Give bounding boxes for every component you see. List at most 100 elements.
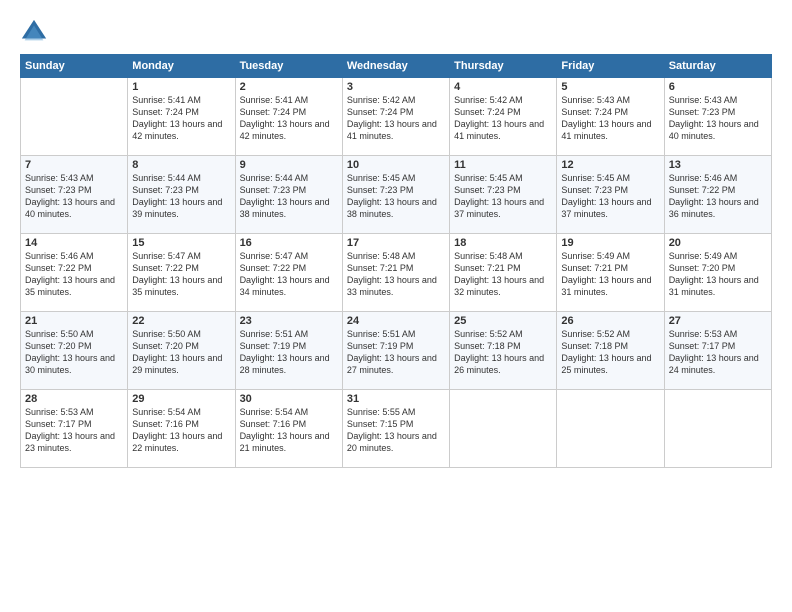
calendar-cell	[664, 390, 771, 468]
day-number: 27	[669, 315, 767, 327]
cell-info: Sunrise: 5:51 AMSunset: 7:19 PMDaylight:…	[347, 328, 445, 377]
day-number: 19	[561, 237, 659, 249]
calendar-cell: 22Sunrise: 5:50 AMSunset: 7:20 PMDayligh…	[128, 312, 235, 390]
logo	[20, 18, 52, 46]
calendar-cell: 9Sunrise: 5:44 AMSunset: 7:23 PMDaylight…	[235, 156, 342, 234]
day-number: 31	[347, 393, 445, 405]
day-number: 20	[669, 237, 767, 249]
day-number: 10	[347, 159, 445, 171]
calendar-cell: 2Sunrise: 5:41 AMSunset: 7:24 PMDaylight…	[235, 78, 342, 156]
day-number: 22	[132, 315, 230, 327]
header	[20, 18, 772, 46]
calendar-cell: 21Sunrise: 5:50 AMSunset: 7:20 PMDayligh…	[21, 312, 128, 390]
day-number: 30	[240, 393, 338, 405]
calendar-cell: 16Sunrise: 5:47 AMSunset: 7:22 PMDayligh…	[235, 234, 342, 312]
day-number: 29	[132, 393, 230, 405]
day-number: 2	[240, 81, 338, 93]
day-number: 24	[347, 315, 445, 327]
calendar-cell: 14Sunrise: 5:46 AMSunset: 7:22 PMDayligh…	[21, 234, 128, 312]
calendar-cell: 29Sunrise: 5:54 AMSunset: 7:16 PMDayligh…	[128, 390, 235, 468]
day-number: 11	[454, 159, 552, 171]
day-number: 16	[240, 237, 338, 249]
calendar-cell: 28Sunrise: 5:53 AMSunset: 7:17 PMDayligh…	[21, 390, 128, 468]
calendar-cell: 4Sunrise: 5:42 AMSunset: 7:24 PMDaylight…	[450, 78, 557, 156]
day-number: 23	[240, 315, 338, 327]
calendar-cell: 26Sunrise: 5:52 AMSunset: 7:18 PMDayligh…	[557, 312, 664, 390]
day-number: 1	[132, 81, 230, 93]
day-number: 8	[132, 159, 230, 171]
cell-info: Sunrise: 5:53 AMSunset: 7:17 PMDaylight:…	[25, 406, 123, 455]
calendar-day-header: Thursday	[450, 55, 557, 78]
cell-info: Sunrise: 5:50 AMSunset: 7:20 PMDaylight:…	[25, 328, 123, 377]
logo-icon	[20, 18, 48, 46]
cell-info: Sunrise: 5:55 AMSunset: 7:15 PMDaylight:…	[347, 406, 445, 455]
calendar-cell: 10Sunrise: 5:45 AMSunset: 7:23 PMDayligh…	[342, 156, 449, 234]
calendar-cell: 30Sunrise: 5:54 AMSunset: 7:16 PMDayligh…	[235, 390, 342, 468]
calendar-table: SundayMondayTuesdayWednesdayThursdayFrid…	[20, 54, 772, 468]
cell-info: Sunrise: 5:46 AMSunset: 7:22 PMDaylight:…	[25, 250, 123, 299]
day-number: 26	[561, 315, 659, 327]
cell-info: Sunrise: 5:43 AMSunset: 7:23 PMDaylight:…	[669, 94, 767, 143]
cell-info: Sunrise: 5:52 AMSunset: 7:18 PMDaylight:…	[561, 328, 659, 377]
day-number: 13	[669, 159, 767, 171]
calendar-cell: 3Sunrise: 5:42 AMSunset: 7:24 PMDaylight…	[342, 78, 449, 156]
page: SundayMondayTuesdayWednesdayThursdayFrid…	[0, 0, 792, 612]
day-number: 4	[454, 81, 552, 93]
cell-info: Sunrise: 5:43 AMSunset: 7:23 PMDaylight:…	[25, 172, 123, 221]
calendar-day-header: Tuesday	[235, 55, 342, 78]
cell-info: Sunrise: 5:47 AMSunset: 7:22 PMDaylight:…	[132, 250, 230, 299]
calendar-day-header: Monday	[128, 55, 235, 78]
calendar-day-header: Saturday	[664, 55, 771, 78]
calendar-day-header: Sunday	[21, 55, 128, 78]
calendar-cell: 11Sunrise: 5:45 AMSunset: 7:23 PMDayligh…	[450, 156, 557, 234]
day-number: 3	[347, 81, 445, 93]
cell-info: Sunrise: 5:45 AMSunset: 7:23 PMDaylight:…	[347, 172, 445, 221]
day-number: 14	[25, 237, 123, 249]
calendar-cell: 27Sunrise: 5:53 AMSunset: 7:17 PMDayligh…	[664, 312, 771, 390]
calendar-cell: 12Sunrise: 5:45 AMSunset: 7:23 PMDayligh…	[557, 156, 664, 234]
cell-info: Sunrise: 5:42 AMSunset: 7:24 PMDaylight:…	[454, 94, 552, 143]
day-number: 25	[454, 315, 552, 327]
day-number: 21	[25, 315, 123, 327]
calendar-cell: 5Sunrise: 5:43 AMSunset: 7:24 PMDaylight…	[557, 78, 664, 156]
calendar-cell: 6Sunrise: 5:43 AMSunset: 7:23 PMDaylight…	[664, 78, 771, 156]
cell-info: Sunrise: 5:54 AMSunset: 7:16 PMDaylight:…	[132, 406, 230, 455]
calendar-cell: 23Sunrise: 5:51 AMSunset: 7:19 PMDayligh…	[235, 312, 342, 390]
calendar-cell: 17Sunrise: 5:48 AMSunset: 7:21 PMDayligh…	[342, 234, 449, 312]
cell-info: Sunrise: 5:43 AMSunset: 7:24 PMDaylight:…	[561, 94, 659, 143]
calendar-week-row: 14Sunrise: 5:46 AMSunset: 7:22 PMDayligh…	[21, 234, 772, 312]
calendar-cell: 13Sunrise: 5:46 AMSunset: 7:22 PMDayligh…	[664, 156, 771, 234]
calendar-cell: 15Sunrise: 5:47 AMSunset: 7:22 PMDayligh…	[128, 234, 235, 312]
cell-info: Sunrise: 5:41 AMSunset: 7:24 PMDaylight:…	[240, 94, 338, 143]
cell-info: Sunrise: 5:48 AMSunset: 7:21 PMDaylight:…	[454, 250, 552, 299]
day-number: 18	[454, 237, 552, 249]
calendar-day-header: Wednesday	[342, 55, 449, 78]
day-number: 9	[240, 159, 338, 171]
cell-info: Sunrise: 5:49 AMSunset: 7:20 PMDaylight:…	[669, 250, 767, 299]
cell-info: Sunrise: 5:50 AMSunset: 7:20 PMDaylight:…	[132, 328, 230, 377]
day-number: 5	[561, 81, 659, 93]
calendar-cell: 8Sunrise: 5:44 AMSunset: 7:23 PMDaylight…	[128, 156, 235, 234]
cell-info: Sunrise: 5:54 AMSunset: 7:16 PMDaylight:…	[240, 406, 338, 455]
day-number: 17	[347, 237, 445, 249]
calendar-day-header: Friday	[557, 55, 664, 78]
cell-info: Sunrise: 5:53 AMSunset: 7:17 PMDaylight:…	[669, 328, 767, 377]
cell-info: Sunrise: 5:44 AMSunset: 7:23 PMDaylight:…	[240, 172, 338, 221]
calendar-cell: 24Sunrise: 5:51 AMSunset: 7:19 PMDayligh…	[342, 312, 449, 390]
day-number: 12	[561, 159, 659, 171]
calendar-cell: 19Sunrise: 5:49 AMSunset: 7:21 PMDayligh…	[557, 234, 664, 312]
day-number: 15	[132, 237, 230, 249]
day-number: 28	[25, 393, 123, 405]
calendar-cell	[450, 390, 557, 468]
calendar-week-row: 21Sunrise: 5:50 AMSunset: 7:20 PMDayligh…	[21, 312, 772, 390]
day-number: 6	[669, 81, 767, 93]
cell-info: Sunrise: 5:47 AMSunset: 7:22 PMDaylight:…	[240, 250, 338, 299]
cell-info: Sunrise: 5:48 AMSunset: 7:21 PMDaylight:…	[347, 250, 445, 299]
calendar-cell: 1Sunrise: 5:41 AMSunset: 7:24 PMDaylight…	[128, 78, 235, 156]
cell-info: Sunrise: 5:52 AMSunset: 7:18 PMDaylight:…	[454, 328, 552, 377]
cell-info: Sunrise: 5:41 AMSunset: 7:24 PMDaylight:…	[132, 94, 230, 143]
calendar-header-row: SundayMondayTuesdayWednesdayThursdayFrid…	[21, 55, 772, 78]
calendar-cell	[21, 78, 128, 156]
calendar-week-row: 1Sunrise: 5:41 AMSunset: 7:24 PMDaylight…	[21, 78, 772, 156]
calendar-cell	[557, 390, 664, 468]
